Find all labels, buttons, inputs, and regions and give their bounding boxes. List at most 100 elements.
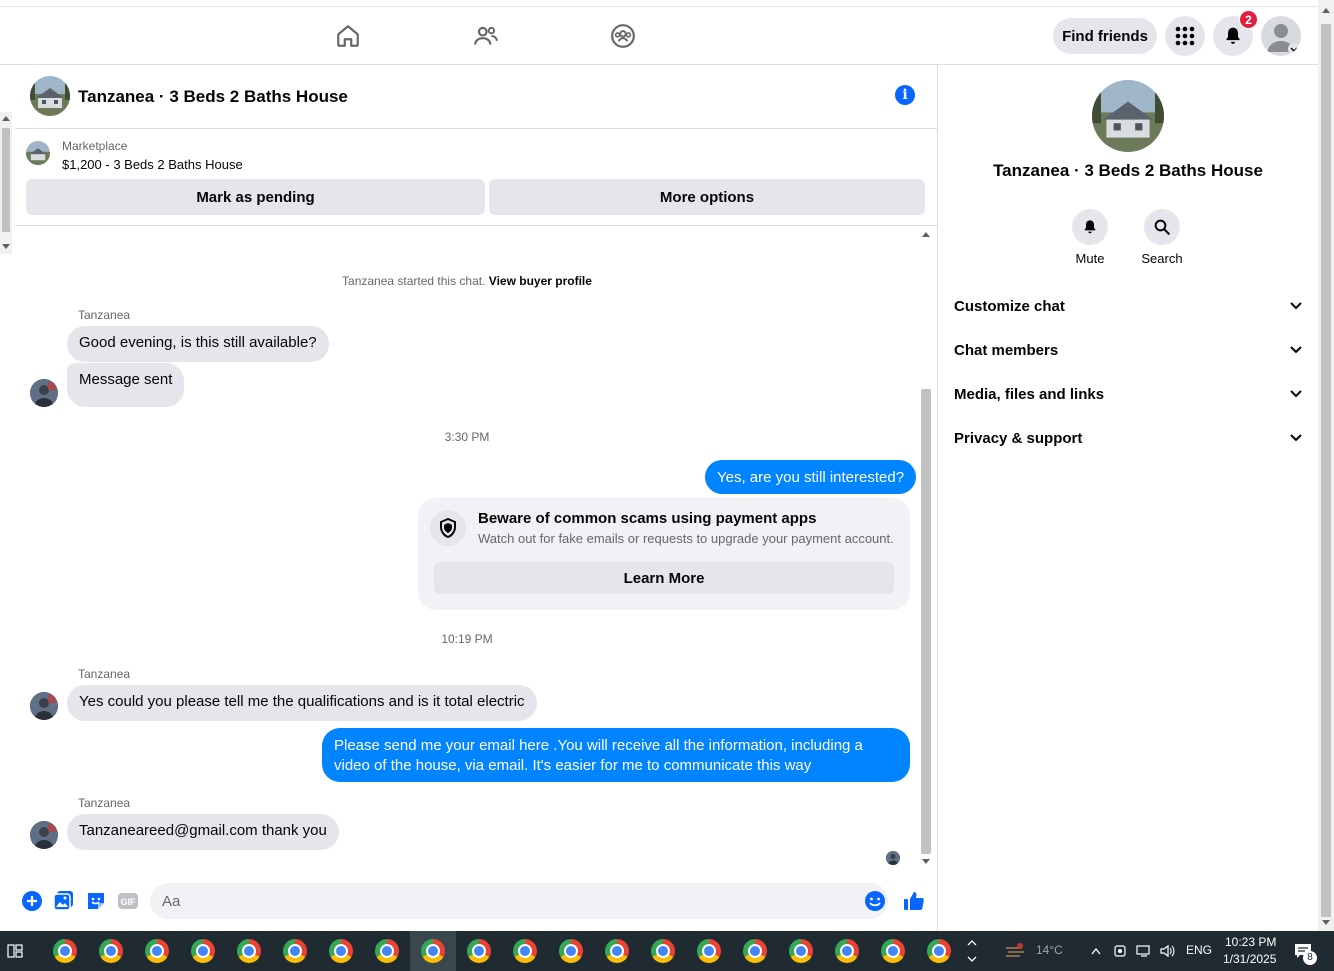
page-scroll-thumb[interactable] — [1321, 24, 1331, 917]
buyer-avatar[interactable] — [30, 821, 58, 849]
friends-icon[interactable] — [472, 22, 500, 50]
bell-icon — [1072, 209, 1108, 245]
buyer-avatar[interactable] — [30, 692, 58, 720]
meet-now-icon[interactable] — [1110, 931, 1130, 971]
groups-icon[interactable] — [609, 22, 637, 50]
scroll-down-arrow[interactable] — [2, 244, 10, 249]
clock-time[interactable]: 10:23 PM — [1225, 935, 1276, 949]
chrome-taskbar-icon[interactable] — [732, 931, 778, 971]
chevron-down-icon — [1290, 434, 1302, 442]
network-icon[interactable] — [1134, 931, 1154, 971]
plus-icon[interactable] — [21, 890, 43, 912]
message-scroll-thumb[interactable] — [921, 389, 931, 854]
sender-name: Tanzanea — [78, 796, 131, 810]
search-label: Search — [1141, 251, 1183, 266]
started-text: Tanzanea started this chat. — [342, 274, 486, 288]
chrome-taskbar-icon[interactable] — [456, 931, 502, 971]
chevron-down-icon — [1290, 302, 1302, 310]
privacy-support-row[interactable]: Privacy & support — [954, 416, 1302, 460]
chrome-taskbar-icon[interactable] — [824, 931, 870, 971]
chrome-taskbar-icon[interactable] — [916, 931, 962, 971]
notification-count-badge: 8 — [1303, 951, 1317, 965]
scroll-down-arrow[interactable] — [922, 859, 930, 864]
taskbar-overflow-arrows[interactable] — [962, 931, 982, 971]
scroll-up-arrow[interactable] — [922, 232, 930, 237]
page-scrollbar[interactable] — [1318, 0, 1334, 931]
show-hidden-icons-chevron-icon[interactable] — [1086, 931, 1106, 971]
chrome-taskbar-icon[interactable] — [364, 931, 410, 971]
chrome-taskbar-icon[interactable] — [870, 931, 916, 971]
marketplace-label: Marketplace — [62, 139, 128, 153]
chrome-taskbar-icon[interactable] — [180, 931, 226, 971]
scroll-up-arrow[interactable] — [1322, 8, 1330, 13]
chrome-taskbar-icon[interactable] — [640, 931, 686, 971]
message-bubble-in[interactable]: Message sent — [67, 363, 185, 407]
home-icon[interactable] — [334, 22, 362, 50]
clock-date[interactable]: 1/31/2025 — [1223, 952, 1276, 966]
language-indicator[interactable]: ENG — [1186, 943, 1212, 957]
chrome-taskbar-icon[interactable] — [594, 931, 640, 971]
scam-warning-card: Beware of common scams using payment app… — [418, 498, 910, 610]
search-icon — [1144, 209, 1180, 245]
row-label: Customize chat — [954, 297, 1065, 315]
info-icon[interactable]: i — [895, 85, 915, 105]
chrome-taskbar-icon[interactable] — [502, 931, 548, 971]
chrome-taskbar-icon[interactable] — [778, 931, 824, 971]
message-scrollbar[interactable] — [919, 227, 933, 872]
weather-icon[interactable] — [1000, 931, 1030, 971]
house-avatar-large[interactable] — [1092, 80, 1164, 152]
emoji-icon[interactable] — [864, 890, 886, 912]
message-bubble-out[interactable]: Yes, are you still interested? — [705, 460, 917, 494]
message-bubble-out[interactable]: Please send me your email here .You will… — [322, 728, 910, 782]
find-friends-button[interactable]: Find friends — [1053, 18, 1157, 54]
message-bubble-in[interactable]: Tanzaneareed@gmail.com thank you — [67, 814, 339, 850]
message-input[interactable]: Aa — [150, 883, 888, 919]
chrome-taskbar-icon-active[interactable] — [410, 931, 456, 971]
chrome-taskbar-icon[interactable] — [272, 931, 318, 971]
thumbs-up-icon[interactable] — [903, 890, 925, 912]
chrome-taskbar-icon[interactable] — [226, 931, 272, 971]
scroll-down-arrow[interactable] — [1322, 920, 1330, 925]
left-scrollbar[interactable] — [0, 112, 12, 254]
mute-button[interactable]: Mute — [1060, 209, 1120, 266]
gif-icon[interactable]: GIF — [117, 890, 139, 912]
sticker-icon[interactable] — [85, 890, 107, 912]
top-divider — [0, 6, 1318, 7]
chat-panel: Tanzanea · 3 Beds 2 Baths House i Market… — [15, 65, 938, 931]
chrome-taskbar-icon[interactable] — [686, 931, 732, 971]
message-bubble-in[interactable]: Yes could you please tell me the qualifi… — [67, 685, 537, 721]
composer: GIF Aa — [15, 880, 938, 930]
row-label: Media, files and links — [954, 385, 1105, 403]
profile-avatar[interactable] — [1261, 16, 1301, 56]
more-options-button[interactable]: More options — [489, 179, 925, 215]
chrome-taskbar-icon[interactable] — [134, 931, 180, 971]
buyer-avatar[interactable] — [30, 379, 58, 407]
learn-more-button[interactable]: Learn More — [434, 562, 894, 594]
chat-members-row[interactable]: Chat members — [954, 328, 1302, 372]
sender-name: Tanzanea — [78, 308, 131, 322]
sender-name: Tanzanea — [78, 667, 131, 681]
listing-thumbnail[interactable] — [26, 141, 50, 165]
view-buyer-profile-link[interactable]: View buyer profile — [489, 274, 592, 288]
chrome-taskbar-icon[interactable] — [548, 931, 594, 971]
weather-temp[interactable]: 14°C — [1036, 943, 1063, 957]
menu-grid-icon[interactable] — [1165, 16, 1205, 56]
listing-title[interactable]: $1,200 - 3 Beds 2 Baths House — [62, 157, 243, 172]
photo-icon[interactable] — [53, 890, 75, 912]
message-bubble-in[interactable]: Good evening, is this still available? — [67, 326, 329, 362]
scroll-up-arrow[interactable] — [2, 116, 10, 121]
left-scroll-thumb[interactable] — [2, 128, 10, 232]
search-button[interactable]: Search — [1132, 209, 1192, 266]
customize-chat-row[interactable]: Customize chat — [954, 284, 1302, 328]
notification-badge: 2 — [1239, 10, 1258, 29]
house-avatar[interactable] — [30, 76, 70, 116]
chrome-taskbar-icon[interactable] — [88, 931, 134, 971]
chrome-taskbar-icon[interactable] — [42, 931, 88, 971]
mark-pending-button[interactable]: Mark as pending — [26, 179, 485, 215]
media-files-links-row[interactable]: Media, files and links — [954, 372, 1302, 416]
chrome-taskbar-icon[interactable] — [318, 931, 364, 971]
task-view-icon[interactable] — [0, 931, 30, 971]
volume-icon[interactable] — [1157, 931, 1177, 971]
seen-indicator-avatar — [886, 851, 900, 865]
svg-text:GIF: GIF — [121, 897, 137, 907]
